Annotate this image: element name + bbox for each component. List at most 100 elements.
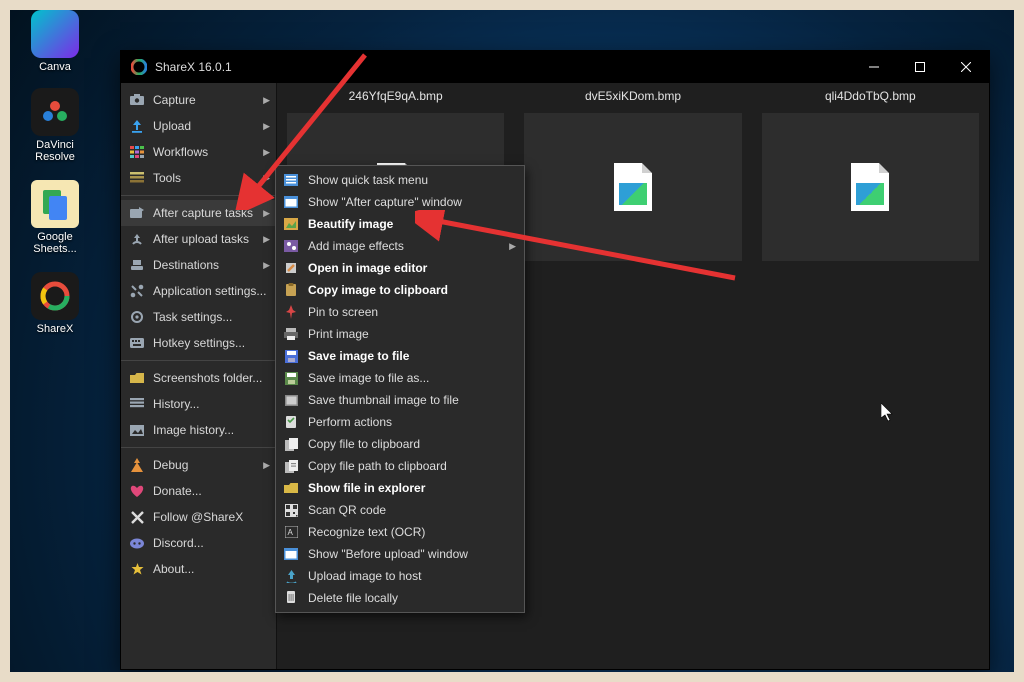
menu-item-actions[interactable]: Perform actions [276,411,524,433]
minimize-icon [869,62,879,72]
sidebar-item-hotkey-settings[interactable]: Hotkey settings... [121,330,276,356]
menu-item-label: Perform actions [308,415,392,429]
menu-item-label: Copy file to clipboard [308,437,420,451]
titlebar[interactable]: ShareX 16.0.1 [121,51,989,83]
file-card[interactable]: qli4DdoTbQ.bmp [762,83,979,261]
img-history-icon [129,422,145,438]
menu-item-before[interactable]: Show "Before upload" window [276,543,524,565]
menu-item-label: Show "Before upload" window [308,547,468,561]
sidebar-item-label: Image history... [153,423,234,437]
sidebar-item-workflows[interactable]: Workflows▶ [121,139,276,165]
delete-icon [282,590,300,606]
sharex-icon [31,272,79,320]
sidebar-item-label: Task settings... [153,310,232,324]
maximize-button[interactable] [897,51,943,83]
sidebar-item-destinations[interactable]: Destinations ▶ [121,252,276,278]
desktop-icon-sharex[interactable]: ShareX [20,272,90,335]
menu-item-ocr[interactable]: ARecognize text (OCR) [276,521,524,543]
sidebar-item-folder[interactable]: Screenshots folder... [121,365,276,391]
sidebar-item-task-settings[interactable]: Task settings... [121,304,276,330]
menu-item-label: Save image to file as... [308,371,429,385]
svg-text:A: A [287,528,293,537]
after-capture-icon [129,205,145,221]
menu-item-copypath[interactable]: Copy file path to clipboard [276,455,524,477]
sidebar-item-donate[interactable]: Donate... [121,478,276,504]
menu-item-window[interactable]: Show "After capture" window [276,191,524,213]
file-thumbnail [762,113,979,261]
sidebar-item-about[interactable]: About... [121,556,276,582]
menu-item-label: Save image to file [308,349,409,363]
sidebar-item-after-capture[interactable]: After capture tasks▶ [121,200,276,226]
menu-item-menu[interactable]: Show quick task menu [276,169,524,191]
app-settings-icon [129,283,145,299]
chevron-right-icon: ▶ [263,260,270,271]
sidebar-item-after-upload[interactable]: After upload tasks▶ [121,226,276,252]
sidebar-item-label: Screenshots folder... [153,371,262,385]
menu-item-saveas[interactable]: Save image to file as... [276,367,524,389]
sidebar-item-img-history[interactable]: Image history... [121,417,276,443]
sidebar-item-follow[interactable]: Follow @ShareX [121,504,276,530]
save-icon [282,348,300,364]
menu-item-print[interactable]: Print image [276,323,524,345]
desktop-icon-davinci[interactable]: DaVinci Resolve [20,88,90,163]
explorer-icon [282,480,300,496]
copypath-icon [282,458,300,474]
sidebar-item-upload[interactable]: Upload▶ [121,113,276,139]
menu-item-copyfile[interactable]: Copy file to clipboard [276,433,524,455]
donate-icon [129,483,145,499]
menu-item-label: Beautify image [308,217,393,231]
thumb-icon [282,392,300,408]
sidebar-item-history[interactable]: History... [121,391,276,417]
menu-item-label: Print image [308,327,369,341]
menu-item-editor[interactable]: Open in image editor [276,257,524,279]
sidebar-item-tools[interactable]: Tools▶ [121,165,276,191]
desktop-icon-gsheets[interactable]: Google Sheets... [20,180,90,255]
folder-icon [129,370,145,386]
menu-item-beautify[interactable]: Beautify image [276,213,524,235]
history-icon [129,396,145,412]
menu-item-pin[interactable]: Pin to screen [276,301,524,323]
menu-item-explorer[interactable]: Show file in explorer [276,477,524,499]
sidebar: Capture▶Upload▶Workflows▶Tools▶After cap… [121,83,277,669]
close-icon [961,62,971,72]
about-icon [129,561,145,577]
chevron-right-icon: ▶ [263,95,270,106]
sidebar-item-label: Donate... [153,484,202,498]
copyfile-icon [282,436,300,452]
menu-item-label: Copy file path to clipboard [308,459,447,473]
sharex-logo-icon [131,59,147,75]
sidebar-item-discord[interactable]: Discord... [121,530,276,556]
menu-item-uploadhost[interactable]: Upload image to host [276,565,524,587]
mouse-cursor-icon [881,403,897,428]
menu-item-clipboard[interactable]: Copy image to clipboard [276,279,524,301]
sidebar-item-label: Discord... [153,536,204,550]
window-title: ShareX 16.0.1 [155,60,851,74]
file-card[interactable]: dvE5xiKDom.bmp [524,83,741,261]
sidebar-item-label: History... [153,397,199,411]
menu-item-label: Copy image to clipboard [308,283,448,297]
close-button[interactable] [943,51,989,83]
tools-icon [129,170,145,186]
sidebar-item-label: Tools [153,171,181,185]
menu-item-effects[interactable]: Add image effects▶ [276,235,524,257]
sidebar-item-app-settings[interactable]: Application settings... [121,278,276,304]
minimize-button[interactable] [851,51,897,83]
chevron-right-icon: ▶ [263,460,270,471]
sidebar-item-debug[interactable]: Debug▶ [121,452,276,478]
desktop-icon-label: Canva [20,61,90,73]
menu-item-thumb[interactable]: Save thumbnail image to file [276,389,524,411]
menu-item-save[interactable]: Save image to file [276,345,524,367]
debug-icon [129,457,145,473]
desktop-icon-canva[interactable]: Canva [20,10,90,73]
sidebar-item-camera[interactable]: Capture ▶ [121,87,276,113]
sharex-window: ShareX 16.0.1 Capture▶Upload▶Workflows▶T… [120,50,990,670]
destinations-icon [129,257,145,273]
menu-item-label: Show "After capture" window [308,195,462,209]
camera-icon [129,92,145,108]
sidebar-item-label: Capture [153,93,196,107]
clipboard-icon [282,282,300,298]
discord-icon [129,535,145,551]
menu-item-qr[interactable]: Scan QR code [276,499,524,521]
menu-item-delete[interactable]: Delete file locally [276,587,524,609]
sidebar-item-label: Destinations [153,258,219,272]
